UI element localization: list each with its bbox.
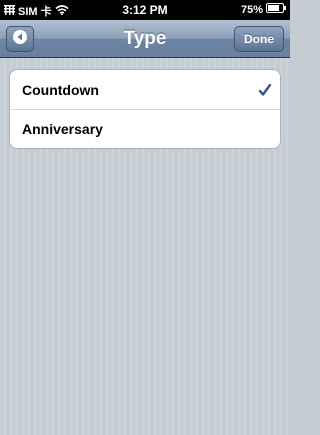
option-anniversary[interactable]: Anniversary xyxy=(10,109,280,148)
navigation-bar: Type Done xyxy=(0,20,290,58)
back-button[interactable] xyxy=(6,26,34,52)
option-label: Anniversary xyxy=(22,121,103,137)
type-options-list: Countdown Anniversary xyxy=(9,69,281,149)
option-countdown[interactable]: Countdown xyxy=(10,70,280,109)
content-area: Countdown Anniversary xyxy=(0,58,290,435)
battery-label: 75% xyxy=(240,3,263,16)
back-arrow-icon xyxy=(13,29,27,49)
done-button[interactable]: Done xyxy=(234,26,284,52)
battery-icon xyxy=(266,3,286,16)
status-bar: SIM 卡 3:12 PM 75% xyxy=(0,0,290,20)
option-label: Countdown xyxy=(22,81,99,98)
status-right: 75% xyxy=(241,3,286,16)
checkmark-icon xyxy=(258,70,272,109)
